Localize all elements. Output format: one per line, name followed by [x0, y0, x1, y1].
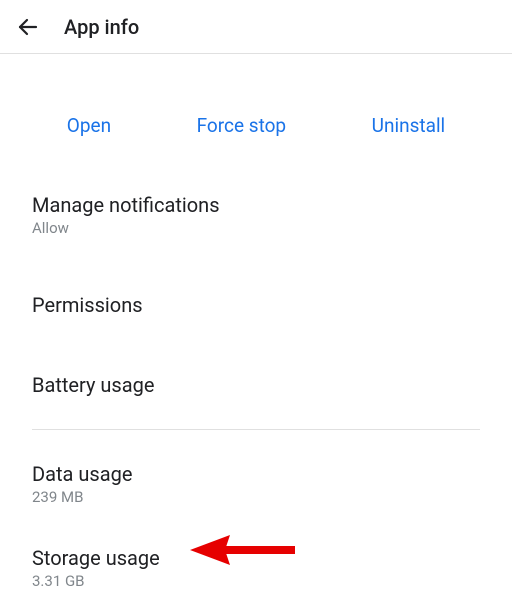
item-title: Storage usage — [32, 546, 480, 570]
item-subtitle: 239 MB — [32, 488, 480, 506]
uninstall-button[interactable]: Uninstall — [372, 114, 446, 137]
battery-usage-item[interactable]: Battery usage — [0, 359, 512, 411]
page-title: App info — [64, 15, 139, 39]
item-title: Data usage — [32, 462, 480, 486]
spacer — [0, 251, 512, 279]
force-stop-button[interactable]: Force stop — [197, 114, 286, 137]
section-divider — [32, 429, 480, 430]
back-arrow-icon[interactable] — [16, 15, 40, 39]
item-title: Battery usage — [32, 373, 480, 397]
permissions-item[interactable]: Permissions — [0, 279, 512, 331]
item-subtitle: Allow — [32, 219, 480, 237]
app-header: App info — [0, 0, 512, 54]
action-row: Open Force stop Uninstall — [0, 114, 512, 137]
spacer — [0, 331, 512, 359]
open-button[interactable]: Open — [67, 114, 111, 137]
manage-notifications-item[interactable]: Manage notifications Allow — [0, 179, 512, 251]
item-title: Permissions — [32, 293, 480, 317]
data-usage-item[interactable]: Data usage 239 MB — [0, 448, 512, 520]
spacer — [0, 520, 512, 532]
item-title: Manage notifications — [32, 193, 480, 217]
spacer — [0, 54, 512, 114]
storage-usage-item[interactable]: Storage usage 3.31 GB — [0, 532, 512, 604]
item-subtitle: 3.31 GB — [32, 572, 480, 590]
